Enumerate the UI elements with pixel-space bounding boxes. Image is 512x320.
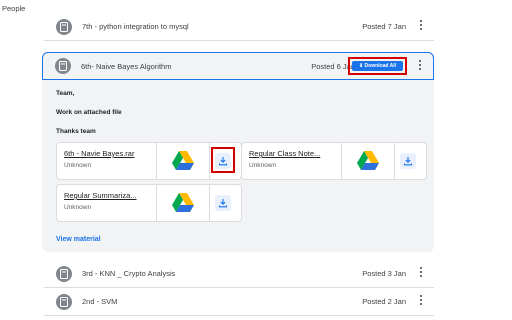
download-all-button[interactable]: ⬇ Download All — [352, 61, 403, 71]
google-drive-icon — [172, 151, 194, 170]
assignment-icon — [56, 294, 72, 310]
attachment-card[interactable]: 6th - Navie Bayes.rar Unknown — [56, 142, 242, 180]
download-highlight — [211, 147, 235, 173]
download-icon[interactable] — [400, 153, 416, 169]
expanded-post-header[interactable]: 6th- Naive Bayes Algorithm Posted 6 Jan … — [42, 52, 434, 80]
post-signoff: Thanks team — [56, 128, 96, 135]
attachment-type: Unknown — [249, 162, 277, 169]
attachment-card[interactable]: Regular Class Note... Unknown — [241, 142, 427, 180]
post-greeting: Team, — [56, 90, 75, 97]
assignment-icon — [55, 58, 71, 74]
attachment-type: Unknown — [64, 204, 92, 211]
post-row-2nd[interactable]: 2nd - SVM Posted 2 Jan — [44, 289, 434, 316]
attachment-name[interactable]: Regular Summariza... — [64, 191, 137, 200]
download-icon[interactable] — [215, 195, 231, 211]
attachment-name[interactable]: 6th - Navie Bayes.rar — [64, 149, 134, 158]
expanded-post: 6th- Naive Bayes Algorithm Posted 6 Jan … — [42, 52, 434, 252]
assignment-icon — [56, 266, 72, 282]
post-title: 2nd - SVM — [82, 297, 118, 306]
download-all-highlight: ⬇ Download All — [348, 57, 407, 75]
view-material-link[interactable]: View material — [56, 236, 101, 243]
people-tab[interactable]: People — [2, 4, 25, 13]
attachment-thumbnail[interactable] — [156, 143, 210, 179]
post-date: Posted 2 Jan — [362, 297, 406, 306]
attachment-thumbnail[interactable] — [156, 185, 210, 221]
assignment-icon — [56, 19, 72, 35]
attachment-card[interactable]: Regular Summariza... Unknown — [56, 184, 242, 222]
post-title: 7th - python integration to mysql — [82, 22, 189, 31]
more-vert-icon[interactable] — [419, 295, 423, 309]
more-vert-icon[interactable] — [419, 20, 423, 34]
more-vert-icon[interactable] — [419, 267, 423, 281]
google-drive-icon — [172, 193, 194, 212]
post-title: 3rd - KNN _ Crypto Analysis — [82, 269, 176, 278]
attachment-name[interactable]: Regular Class Note... — [249, 149, 320, 158]
more-vert-icon[interactable] — [418, 60, 422, 74]
post-row-3rd[interactable]: 3rd - KNN _ Crypto Analysis Posted 3 Jan — [44, 261, 434, 288]
post-title: 6th- Naive Bayes Algorithm — [81, 62, 172, 71]
post-date: Posted 3 Jan — [362, 269, 406, 278]
post-row-7th[interactable]: 7th - python integration to mysql Posted… — [44, 14, 434, 41]
post-message: Work on attached file — [56, 109, 122, 116]
post-date: Posted 7 Jan — [362, 22, 406, 31]
attachment-thumbnail[interactable] — [341, 143, 395, 179]
google-drive-icon — [357, 151, 379, 170]
attachment-type: Unknown — [64, 162, 92, 169]
